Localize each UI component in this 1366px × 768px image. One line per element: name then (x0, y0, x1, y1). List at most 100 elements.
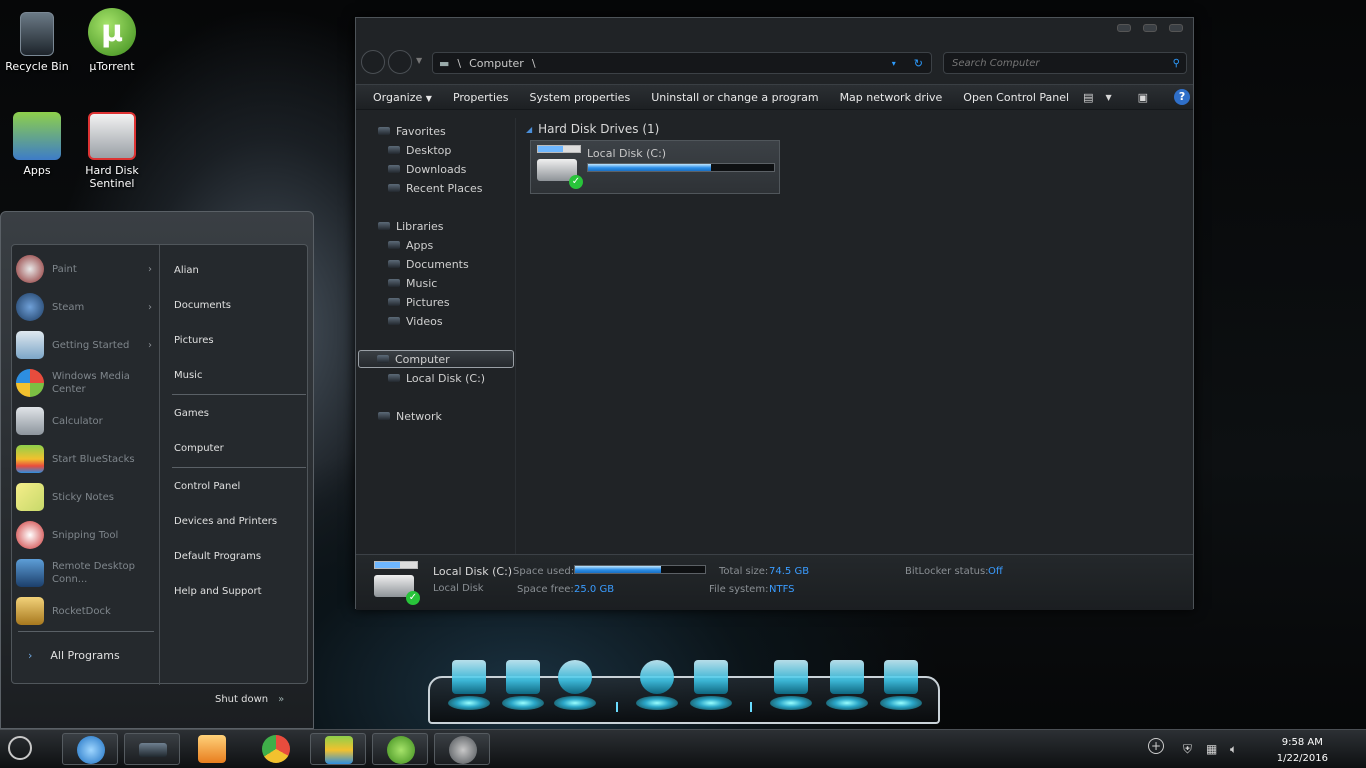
shutdown-options-icon[interactable]: » (278, 694, 284, 705)
program-getting-started[interactable]: Getting Started › (16, 327, 156, 363)
nav-label: Apps (406, 238, 434, 252)
preview-pane-icon[interactable]: ▣ (1138, 91, 1148, 104)
address-dropdown-icon[interactable]: ▾ (892, 59, 896, 68)
breadcrumb-computer[interactable]: Computer (469, 57, 524, 70)
program-snipping-tool[interactable]: Snipping Tool (16, 517, 156, 553)
nav-documents[interactable]: Documents (388, 255, 469, 273)
volume-icon[interactable]: 🔈︎ (1230, 742, 1237, 757)
nav-label: Libraries (396, 219, 444, 233)
all-programs-label: All Programs (50, 649, 120, 662)
program-steam[interactable]: Steam › (16, 289, 156, 325)
link-control-panel[interactable]: Control Panel (174, 481, 240, 492)
dock-item-documents[interactable] (770, 660, 812, 714)
link-devices-printers[interactable]: Devices and Printers (174, 516, 277, 527)
taskbar-rocketdock[interactable] (434, 733, 490, 765)
nav-label: Documents (406, 257, 469, 271)
close-button[interactable] (1169, 24, 1183, 32)
nav-local-disk[interactable]: Local Disk (C:) (388, 369, 485, 387)
desktop-icon-hard-disk-sentinel[interactable]: Hard Disk Sentinel (75, 112, 149, 190)
address-bar[interactable]: ▬ \ Computer \ ▾ ↻ (432, 52, 932, 74)
file-system-value: NTFS (769, 584, 795, 595)
link-computer[interactable]: Computer (174, 443, 224, 454)
recent-pages-chevron-icon[interactable]: ▼ (416, 56, 422, 65)
back-button[interactable] (361, 50, 385, 74)
dock-item-apple[interactable] (636, 660, 678, 714)
group-header[interactable]: ◢ Hard Disk Drives (1) (526, 122, 659, 136)
checkmark-icon: ✓ (569, 175, 583, 189)
view-options-icon[interactable]: ▤ (1083, 91, 1093, 104)
search-box: ⚲ (943, 52, 1187, 74)
nav-music[interactable]: Music (388, 274, 437, 292)
desktop-icon-apps[interactable]: Apps (0, 112, 74, 177)
system-clock[interactable]: 9:58 AM 1/22/2016 (1277, 735, 1328, 767)
nav-libraries[interactable]: Libraries (378, 217, 444, 235)
minimize-button[interactable] (1117, 24, 1131, 32)
map-network-drive-button[interactable]: Map network drive (833, 91, 957, 104)
link-music[interactable]: Music (174, 370, 202, 381)
security-shield-icon[interactable]: ⛨ (1183, 742, 1192, 757)
search-input[interactable] (952, 57, 1152, 69)
help-icon[interactable]: ? (1174, 89, 1191, 105)
music-icon (388, 279, 400, 287)
network-icon[interactable]: ▦ (1206, 742, 1217, 756)
search-icon[interactable]: ⚲ (1173, 58, 1180, 69)
refresh-icon[interactable]: ↻ (914, 57, 923, 70)
program-remote-desktop[interactable]: Remote Desktop Conn... (16, 555, 156, 591)
nav-apps[interactable]: Apps (388, 236, 433, 254)
monitor-icon (452, 660, 486, 694)
program-label: Steam (52, 301, 85, 313)
drive-tile-local-disk[interactable]: ✓ Local Disk (C:) (530, 140, 780, 194)
show-hidden-icons-icon[interactable]: + (1148, 738, 1164, 754)
properties-button[interactable]: Properties (446, 91, 523, 104)
space-free-value: 25.0 GB (574, 584, 615, 595)
nav-downloads[interactable]: Downloads (388, 160, 466, 178)
link-user[interactable]: Alian (174, 265, 199, 276)
chevron-down-icon: ▼ (425, 93, 432, 103)
calculator-icon (16, 407, 44, 435)
taskbar-utorrent[interactable] (372, 733, 428, 765)
start-button[interactable] (8, 736, 32, 760)
dock-item-pictures[interactable] (826, 660, 868, 714)
nav-desktop[interactable]: Desktop (388, 141, 451, 159)
dock-item-desktop[interactable] (448, 660, 490, 714)
program-paint[interactable]: Paint › (16, 251, 156, 287)
taskbar-explorer[interactable] (124, 733, 180, 765)
desktop-icon-recycle-bin[interactable]: Recycle Bin (0, 12, 74, 73)
program-rocketdock[interactable]: RocketDock (16, 593, 156, 629)
link-documents[interactable]: Documents (174, 300, 231, 311)
link-default-programs[interactable]: Default Programs (174, 551, 261, 562)
nav-network[interactable]: Network (378, 407, 442, 425)
maximize-button[interactable] (1143, 24, 1157, 32)
shutdown-button[interactable]: Shut down » (215, 694, 284, 705)
nav-computer[interactable]: Computer (358, 350, 514, 368)
nav-favorites[interactable]: Favorites (378, 122, 446, 140)
desktop-icon-utorrent[interactable]: µ µTorrent (75, 8, 149, 73)
view-options-chevron-icon[interactable]: ▼ (1106, 93, 1112, 102)
organize-button[interactable]: Organize ▼ (366, 91, 446, 104)
program-bluestacks[interactable]: Start BlueStacks (16, 441, 156, 477)
dock-base (880, 696, 922, 710)
taskbar-internet-explorer[interactable] (62, 733, 118, 765)
nav-recent-places[interactable]: Recent Places (388, 179, 483, 197)
taskbar-chrome[interactable] (248, 733, 304, 765)
dock-item-windows[interactable] (690, 660, 732, 714)
link-help-support[interactable]: Help and Support (174, 586, 262, 597)
nav-videos[interactable]: Videos (388, 312, 443, 330)
dock-item-recycle-bin[interactable] (880, 660, 922, 714)
program-windows-media-center[interactable]: Windows Media Center (16, 365, 156, 401)
all-programs-button[interactable]: › All Programs (28, 649, 120, 662)
program-sticky-notes[interactable]: Sticky Notes (16, 479, 156, 515)
nav-pictures[interactable]: Pictures (388, 293, 450, 311)
link-pictures[interactable]: Pictures (174, 335, 214, 346)
dock-item-globe[interactable] (554, 660, 596, 714)
dock-item-computer[interactable] (502, 660, 544, 714)
link-games[interactable]: Games (174, 408, 209, 419)
taskbar-media-player[interactable] (184, 733, 240, 765)
bitlocker-label: BitLocker status: (905, 566, 989, 577)
uninstall-program-button[interactable]: Uninstall or change a program (644, 91, 832, 104)
system-properties-button[interactable]: System properties (523, 91, 645, 104)
open-control-panel-button[interactable]: Open Control Panel (956, 91, 1083, 104)
forward-button[interactable] (388, 50, 412, 74)
taskbar-bluestacks[interactable] (310, 733, 366, 765)
program-calculator[interactable]: Calculator (16, 403, 156, 439)
